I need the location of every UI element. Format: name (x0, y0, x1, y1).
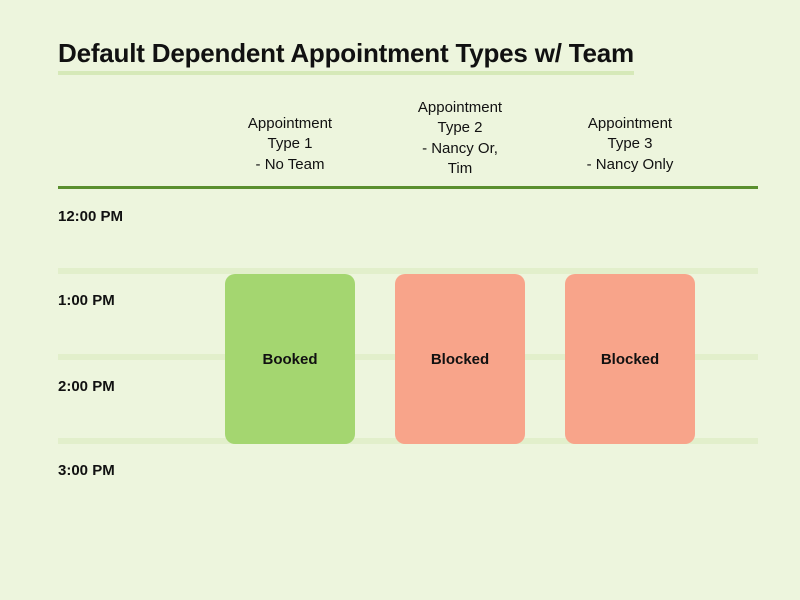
page-title-text: Default Dependent Appointment Types w/ T… (58, 38, 634, 75)
appointment-block-label: Booked (262, 351, 317, 368)
column-header-line: Appointment (380, 98, 540, 118)
column-header-line: Type 3 (550, 134, 710, 154)
column-header-1: Appointment Type 1 - No Team (210, 114, 370, 175)
column-header-2: Appointment Type 2 - Nancy Or, Tim (380, 98, 540, 179)
column-header-line: Appointment (210, 114, 370, 134)
column-header-line: - Nancy Or, (380, 139, 540, 159)
appointment-block-label: Blocked (431, 351, 489, 368)
appointment-block-blocked: Blocked (395, 274, 525, 444)
column-header-line: Tim (380, 159, 540, 179)
time-label: 2:00 PM (58, 378, 115, 395)
page-title: Default Dependent Appointment Types w/ T… (58, 38, 634, 75)
column-header-3: Appointment Type 3 - Nancy Only (550, 114, 710, 175)
time-label: 12:00 PM (58, 208, 123, 225)
column-header-line: Type 2 (380, 118, 540, 138)
time-label: 3:00 PM (58, 462, 115, 479)
column-header-line: - No Team (210, 155, 370, 175)
column-header-line: Appointment (550, 114, 710, 134)
column-header-line: - Nancy Only (550, 155, 710, 175)
header-divider (58, 186, 758, 189)
column-header-line: Type 1 (210, 134, 370, 154)
appointment-block-booked: Booked (225, 274, 355, 444)
appointment-block-label: Blocked (601, 351, 659, 368)
time-label: 1:00 PM (58, 292, 115, 309)
appointment-block-blocked: Blocked (565, 274, 695, 444)
